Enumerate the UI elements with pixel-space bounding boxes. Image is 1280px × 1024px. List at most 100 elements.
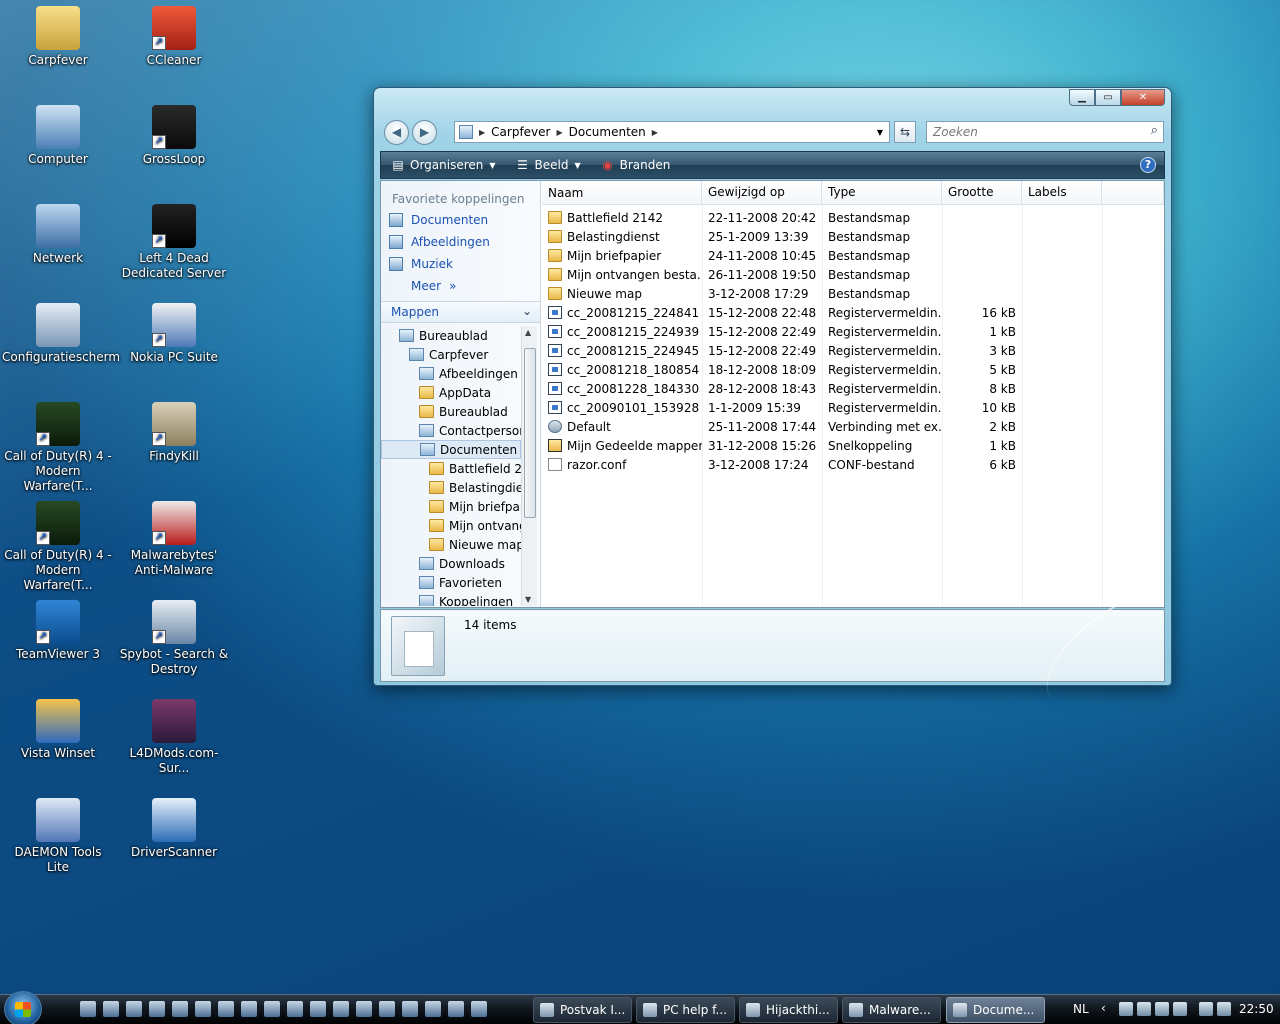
tree-item[interactable]: Mijn ontvangen bestanden <box>381 516 521 535</box>
view-button[interactable]: ☰ Beeld ▼ <box>506 152 591 178</box>
quicklaunch-icon[interactable] <box>149 1001 165 1017</box>
address-bar[interactable]: ▶ Carpfever ▶ Documenten ▶ ▼ <box>454 121 890 143</box>
column-header[interactable]: Naam <box>542 181 702 204</box>
tree-item[interactable]: Contactpersonen <box>381 421 521 440</box>
quicklaunch-icon[interactable] <box>379 1001 395 1017</box>
desktop-icon[interactable]: ↗ CCleaner <box>118 4 230 68</box>
tree-item[interactable]: Afbeeldingen <box>381 364 521 383</box>
steam-tray-icon[interactable] <box>1137 1002 1151 1016</box>
tray-icon[interactable] <box>1155 1002 1169 1016</box>
file-row[interactable]: Belastingdienst 25-1-2009 13:39 Bestandsma… <box>542 227 1164 246</box>
address-dropdown-icon[interactable]: ▼ <box>877 128 883 137</box>
quicklaunch-icon[interactable] <box>310 1001 326 1017</box>
tree-item[interactable]: Bureaublad <box>381 402 521 421</box>
tray-icon[interactable] <box>1173 1002 1187 1016</box>
desktop-icon[interactable]: DriverScanner <box>118 796 230 860</box>
file-row[interactable]: Nieuwe map 3-12-2008 17:29 Bestandsmap <box>542 284 1164 303</box>
tree-item[interactable]: Battlefield 2142 <box>381 459 521 478</box>
tray-expand-icon[interactable]: ‹ <box>1101 1001 1106 1015</box>
file-row[interactable]: cc_20081215_224945 15-12-2008 22:49 Regist… <box>542 341 1164 360</box>
volume-icon[interactable] <box>1217 1002 1231 1016</box>
file-row[interactable]: Mijn briefpapier 24-11-2008 10:45 Bestands… <box>542 246 1164 265</box>
file-row[interactable]: cc_20081228_184330 28-12-2008 18:43 Regist… <box>542 379 1164 398</box>
file-row[interactable]: razor.conf 3-12-2008 17:24 CONF-bestand 6 k… <box>542 455 1164 474</box>
quicklaunch-icon[interactable] <box>80 1001 96 1017</box>
file-row[interactable]: Mijn ontvangen besta... 26-11-2008 19:50 B… <box>542 265 1164 284</box>
folders-header[interactable]: Mappen ⌄ <box>381 301 540 323</box>
help-button[interactable]: ? <box>1140 157 1156 173</box>
favorite-link[interactable]: Documenten <box>381 209 540 231</box>
tree-item[interactable]: Favorieten <box>381 573 521 592</box>
close-button[interactable]: ✕ <box>1121 89 1165 106</box>
tree-item[interactable]: Documenten <box>381 440 521 459</box>
burn-button[interactable]: ◉ Branden <box>591 152 681 178</box>
column-header[interactable]: Gewijzigd op <box>702 181 822 204</box>
search-icon[interactable]: ⌕ <box>1151 123 1158 138</box>
favorite-link[interactable]: Afbeeldingen <box>381 231 540 253</box>
forward-button[interactable]: ▶ <box>412 120 437 145</box>
file-row[interactable]: cc_20081215_224939 15-12-2008 22:49 Regist… <box>542 322 1164 341</box>
desktop-icon[interactable]: ↗ Call of Duty(R) 4 - Modern Warfare(T... <box>2 499 114 593</box>
quicklaunch-icon[interactable] <box>471 1001 487 1017</box>
taskbar-button[interactable]: Malware... <box>842 997 941 1023</box>
breadcrumb-documenten[interactable]: Documenten <box>563 125 652 139</box>
organize-button[interactable]: ▤ Organiseren ▼ <box>381 152 506 178</box>
desktop-icon[interactable]: ↗ Call of Duty(R) 4 - Modern Warfare(T... <box>2 400 114 494</box>
search-input[interactable]: Zoeken ⌕ <box>926 121 1164 143</box>
tree-item[interactable]: AppData <box>381 383 521 402</box>
taskbar-button[interactable]: Postvak I... <box>533 997 632 1023</box>
file-row[interactable]: cc_20090101_153928 1-1-2009 15:39 Register… <box>542 398 1164 417</box>
start-button[interactable] <box>4 991 42 1024</box>
tree-item[interactable]: Carpfever <box>381 345 521 364</box>
quicklaunch-icon[interactable] <box>356 1001 372 1017</box>
file-row[interactable]: Default 25-11-2008 17:44 Verbinding met ex… <box>542 417 1164 436</box>
desktop-icon[interactable]: Netwerk <box>2 202 114 266</box>
tree-item[interactable]: Belastingdienst <box>381 478 521 497</box>
scroll-thumb[interactable] <box>524 348 536 518</box>
tree-item[interactable]: Nieuwe map <box>381 535 521 554</box>
file-row[interactable]: cc_20081218_180854 18-12-2008 18:09 Regist… <box>542 360 1164 379</box>
column-header[interactable]: Grootte <box>942 181 1022 204</box>
tree-item[interactable]: Koppelingen <box>381 592 521 606</box>
favorite-link[interactable]: Muziek <box>381 253 540 275</box>
minimize-button[interactable]: ▁ <box>1069 89 1095 106</box>
desktop-icon[interactable]: ↗ TeamViewer 3 <box>2 598 114 662</box>
desktop-icon[interactable]: Carpfever <box>2 4 114 68</box>
desktop-icon[interactable]: Vista Winset <box>2 697 114 761</box>
quicklaunch-icon[interactable] <box>287 1001 303 1017</box>
scroll-up-icon[interactable]: ▲ <box>525 328 531 337</box>
desktop-icon[interactable]: ↗ Left 4 Dead Dedicated Server <box>118 202 230 281</box>
quicklaunch-icon[interactable] <box>264 1001 280 1017</box>
quicklaunch-icon[interactable] <box>241 1001 257 1017</box>
tray-icon[interactable] <box>1119 1002 1133 1016</box>
breadcrumb-carpfever[interactable]: Carpfever <box>485 125 556 139</box>
quicklaunch-icon[interactable] <box>126 1001 142 1017</box>
desktop-icon[interactable]: DAEMON Tools Lite <box>2 796 114 875</box>
quicklaunch-icon[interactable] <box>333 1001 349 1017</box>
quicklaunch-icon[interactable] <box>195 1001 211 1017</box>
desktop-icon[interactable]: ↗ Nokia PC Suite <box>118 301 230 365</box>
file-row[interactable]: Battlefield 2142 22-11-2008 20:42 Bestands… <box>542 208 1164 227</box>
desktop-icon[interactable]: ↗ GrossLoop <box>118 103 230 167</box>
language-indicator[interactable]: NL <box>1073 1002 1089 1016</box>
file-row[interactable]: Mijn Gedeelde mappen 31-12-2008 15:26 Snel… <box>542 436 1164 455</box>
taskbar-button[interactable]: Hijackthi... <box>739 997 838 1023</box>
quicklaunch-icon[interactable] <box>172 1001 188 1017</box>
quicklaunch-icon[interactable] <box>425 1001 441 1017</box>
tree-item[interactable]: Mijn briefpapier <box>381 497 521 516</box>
desktop-icon[interactable]: ↗ FindyKill <box>118 400 230 464</box>
quicklaunch-icon[interactable] <box>448 1001 464 1017</box>
taskbar-button[interactable]: PC help f... <box>636 997 735 1023</box>
taskbar-button[interactable]: Docume... <box>946 997 1045 1023</box>
desktop-icon[interactable]: ↗ Spybot - Search & Destroy <box>118 598 230 677</box>
tree-scrollbar[interactable]: ▲ ▼ <box>521 326 537 606</box>
refresh-button[interactable]: ⇆ <box>894 121 916 143</box>
back-button[interactable]: ◀ <box>384 120 409 145</box>
desktop-icon[interactable]: L4DMods.com-Sur... <box>118 697 230 776</box>
quicklaunch-icon[interactable] <box>218 1001 234 1017</box>
file-row[interactable]: cc_20081215_224841 15-12-2008 22:48 Regist… <box>542 303 1164 322</box>
column-header[interactable]: Labels <box>1022 181 1102 204</box>
tree-item[interactable]: Bureaublad <box>381 326 521 345</box>
quicklaunch-icon[interactable] <box>103 1001 119 1017</box>
desktop-icon[interactable]: Configuratiescherm <box>2 301 120 365</box>
